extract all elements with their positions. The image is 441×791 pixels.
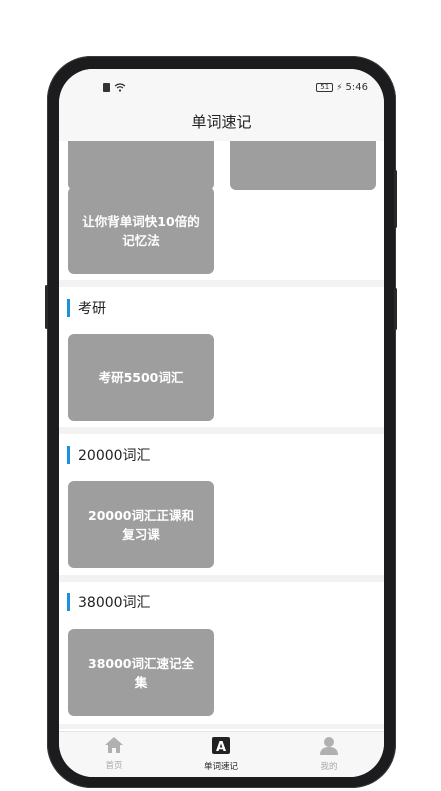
bottom-tab-bar: 首页 A 单词速记 我的 [59, 731, 384, 777]
tab-word-memo[interactable]: A 单词速记 [181, 736, 261, 772]
word-card[interactable]: 让你背单词快10倍的记忆法 [68, 187, 214, 274]
section-title: 考研 [67, 298, 106, 318]
main-content[interactable]: 让你背单词快10倍的记忆法 考研 考研5500词汇 20000词汇 20000词… [59, 141, 384, 731]
tab-label: 单词速记 [203, 762, 238, 772]
section-title: 20000词汇 [67, 445, 151, 465]
page-title: 单词速记 [191, 113, 252, 131]
side-button [45, 285, 48, 329]
tab-home[interactable]: 首页 [74, 736, 154, 771]
section-title-text: 20000词汇 [78, 448, 151, 464]
home-icon [105, 737, 123, 753]
section-title-text: 考研 [78, 301, 106, 317]
tab-mine[interactable]: 我的 [289, 736, 369, 772]
word-card[interactable]: 20000词汇正课和复习课 [68, 481, 214, 568]
wifi-icon [114, 83, 126, 92]
charging-icon: ⚡ [336, 82, 343, 93]
section-title-text: 38000词汇 [78, 595, 151, 611]
letter-a-icon: A [212, 737, 230, 755]
section-title: 38000词汇 [67, 592, 151, 612]
user-icon [320, 737, 338, 755]
tab-label: 首页 [105, 761, 123, 771]
svg-text:A: A [216, 740, 226, 755]
tab-label: 我的 [320, 762, 338, 772]
battery-icon: 51 [316, 83, 334, 92]
word-card[interactable]: 38000词汇速记全集 [68, 629, 214, 716]
app-screen: 51 ⚡ 5:46 单词速记 让你背单词快10倍的记忆法 考研 考研5500词汇… [59, 69, 384, 777]
side-button [394, 288, 397, 330]
section-accent-bar [67, 299, 70, 317]
word-card[interactable] [230, 141, 376, 190]
status-bar: 51 ⚡ 5:46 [59, 69, 384, 107]
word-card[interactable] [68, 141, 214, 190]
section-accent-bar [67, 446, 70, 464]
sim-icon [103, 83, 110, 92]
title-bar: 单词速记 [59, 107, 384, 141]
word-card[interactable]: 考研5500词汇 [68, 334, 214, 421]
section-accent-bar [67, 593, 70, 611]
status-time: 5:46 [345, 82, 368, 93]
side-button [394, 170, 397, 228]
